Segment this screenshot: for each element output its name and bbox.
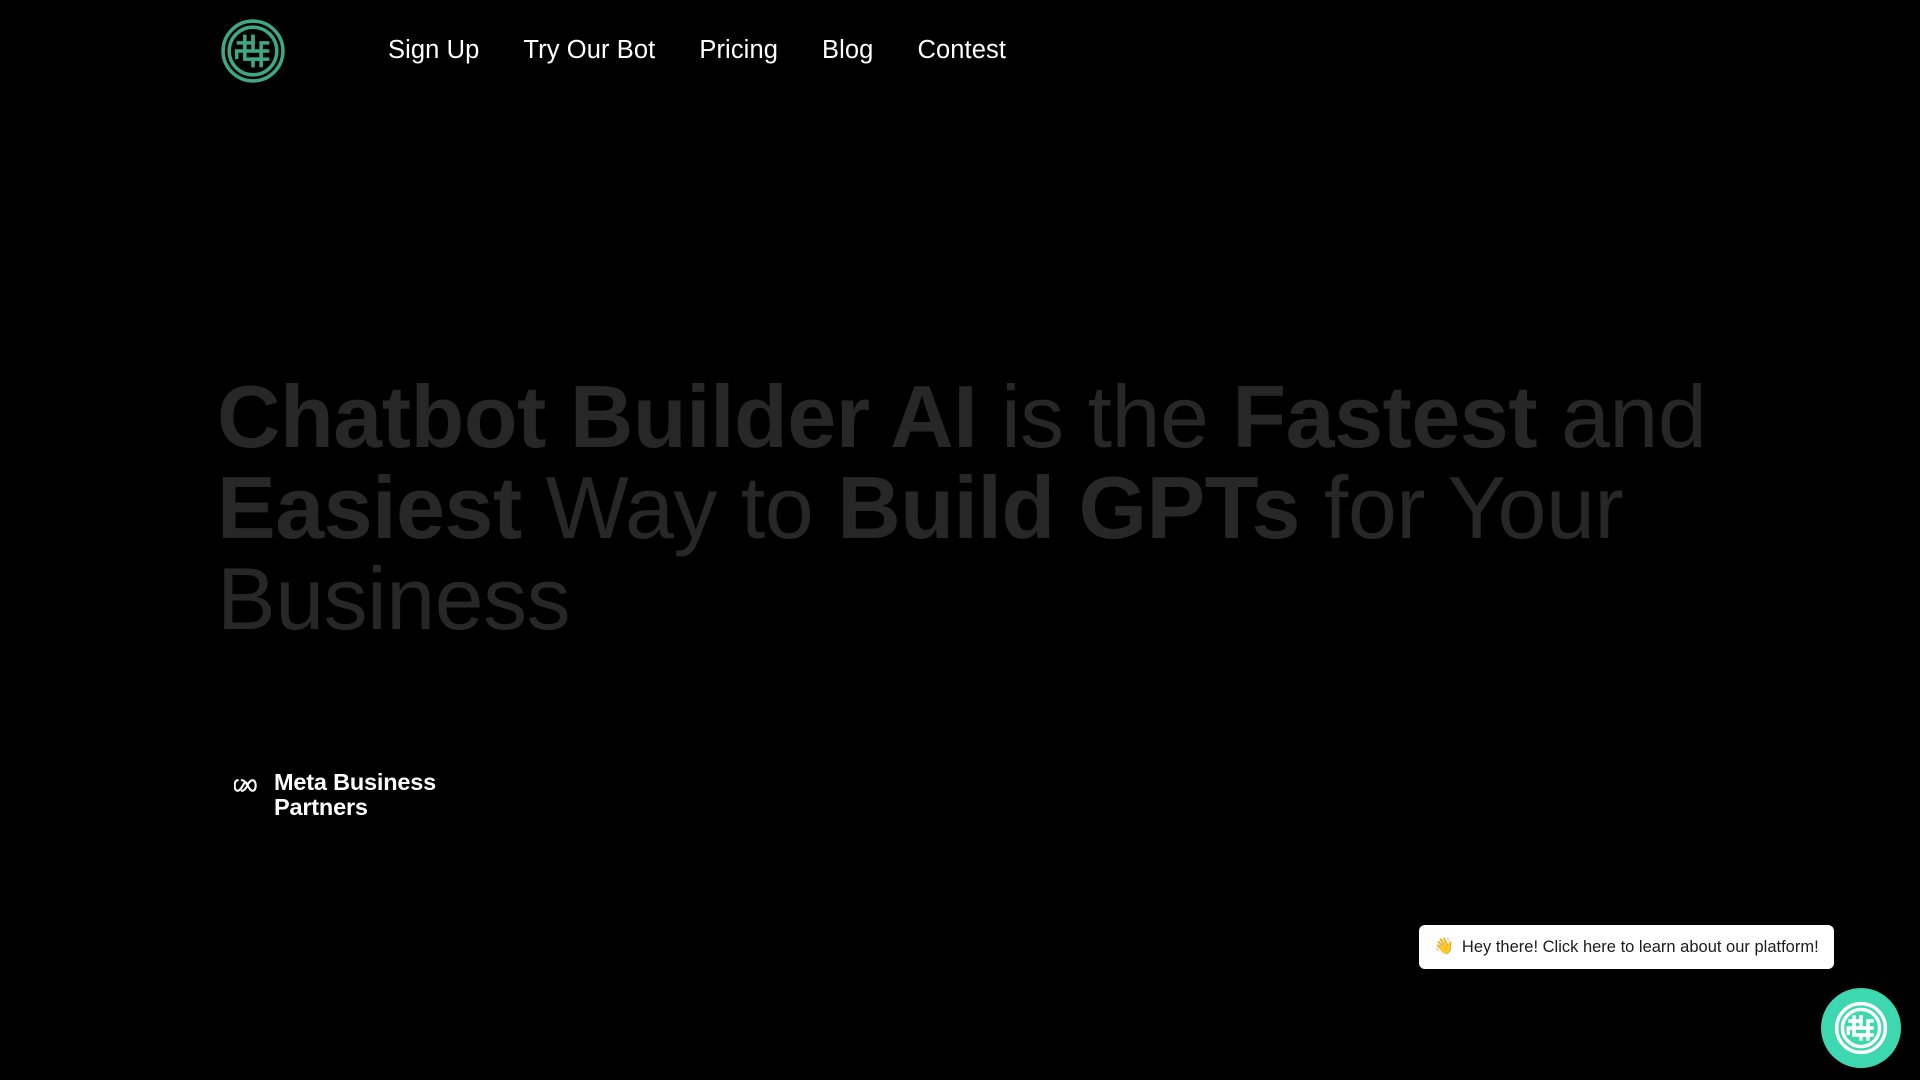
headline-part-4: and [1537, 367, 1707, 466]
headline-part-2: is the [977, 367, 1233, 466]
headline-part-5: Easiest [217, 458, 522, 557]
nav-contest[interactable]: Contest [917, 32, 1006, 70]
brand-logo-link[interactable] [219, 17, 287, 85]
headline-part-6: Way to [521, 458, 838, 557]
meta-partners-label: Meta Business Partners [274, 769, 436, 820]
hero-section: Chatbot Builder AI is the Fastest and Ea… [0, 0, 1920, 1080]
headline-part-3: Fastest [1232, 367, 1538, 466]
knot-circle-logo [221, 19, 285, 83]
site-header: Sign Up Try Our Bot Pricing Blog Contest [0, 0, 1920, 102]
chat-launcher-button[interactable] [1821, 988, 1901, 1068]
headline-part-7: Build GPTs [837, 458, 1300, 557]
chat-tooltip-text: Hey there! Click here to learn about our… [1461, 937, 1819, 956]
meta-business-partners-badge: Meta Business Partners [234, 770, 470, 820]
chat-tooltip[interactable]: 👋 Hey there! Click here to learn about o… [1419, 925, 1834, 969]
nav-try-our-bot[interactable]: Try Our Bot [523, 32, 655, 70]
nav-sign-up[interactable]: Sign Up [388, 32, 479, 70]
waving-hand-icon: 👋 [1434, 938, 1454, 955]
hero-headline: Chatbot Builder AI is the Fastest and Ea… [217, 371, 1717, 644]
nav-pricing[interactable]: Pricing [699, 32, 778, 70]
knot-circle-icon [1834, 1001, 1888, 1055]
nav-blog[interactable]: Blog [822, 32, 873, 70]
main-navigation: Sign Up Try Our Bot Pricing Blog Contest [388, 32, 1006, 70]
meta-infinity-icon [234, 779, 257, 792]
headline-part-1: Chatbot Builder AI [217, 367, 978, 466]
